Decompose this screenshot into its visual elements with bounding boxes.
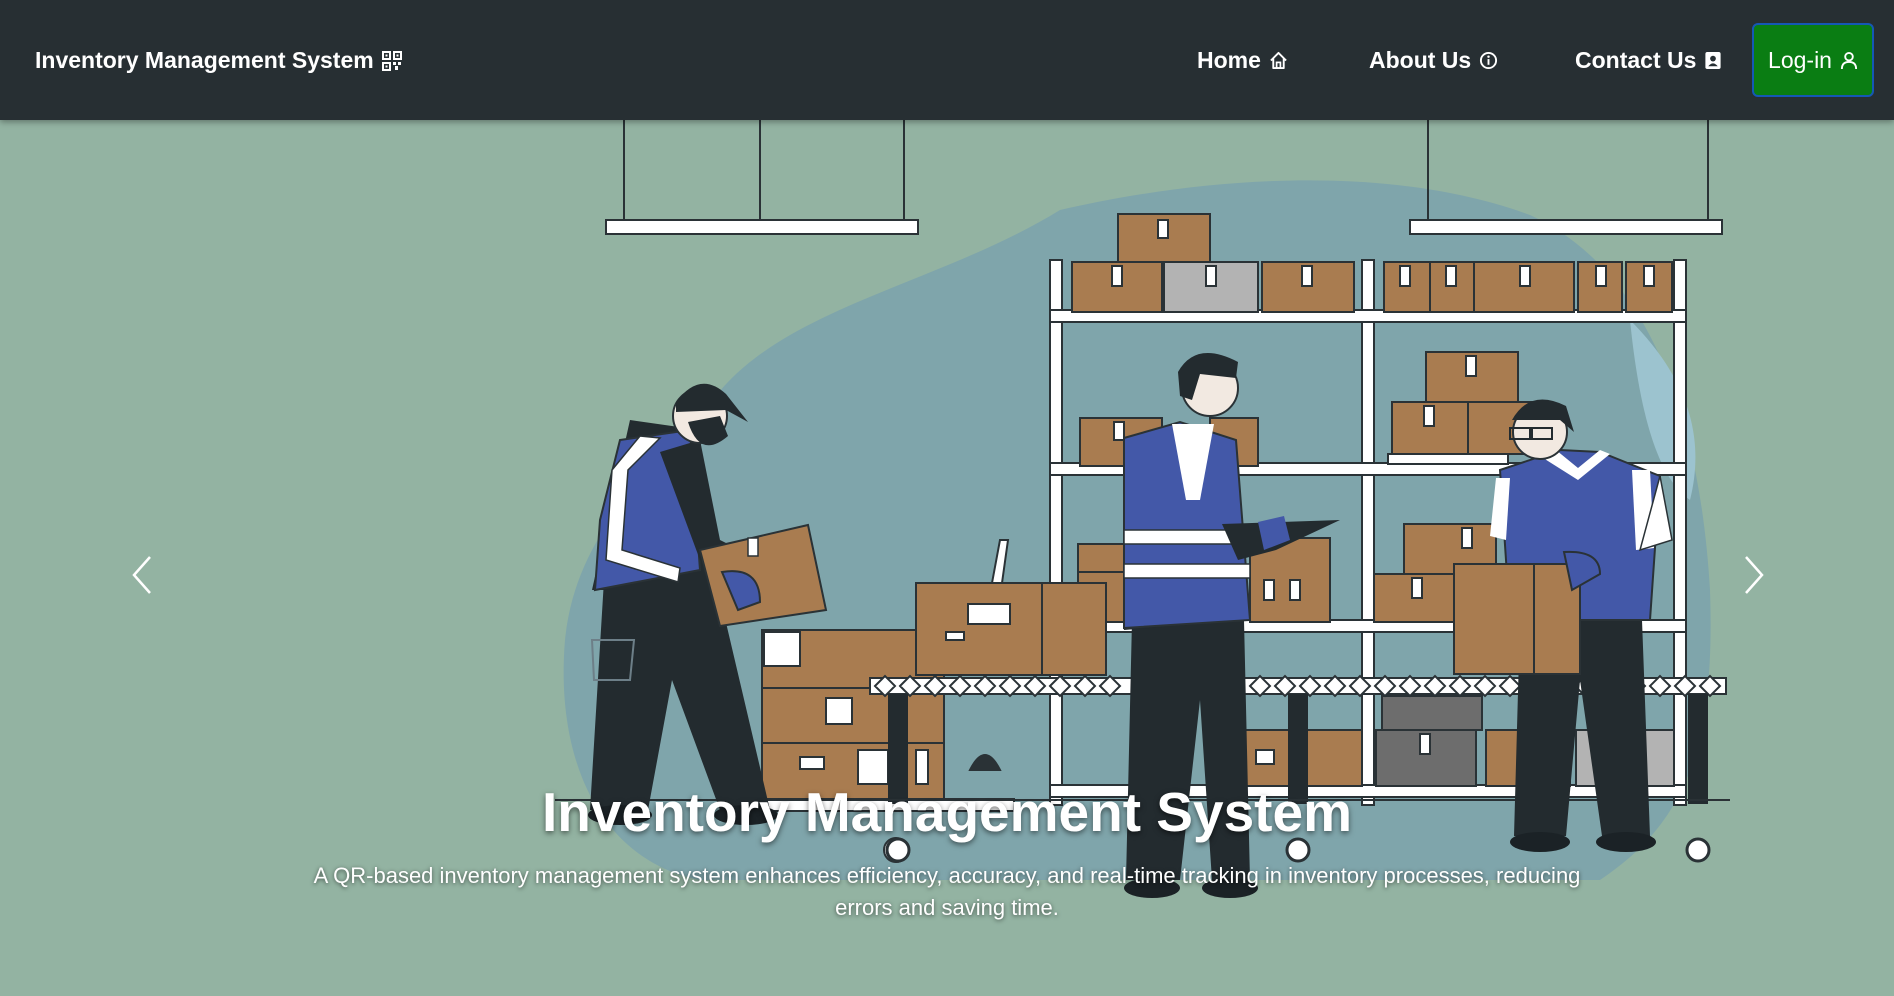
user-icon (1840, 51, 1858, 70)
chevron-right-icon (1742, 555, 1766, 595)
carousel-prev-button[interactable] (112, 520, 172, 630)
brand-name: Inventory Management System (35, 47, 374, 73)
login-button[interactable]: Log-in (1752, 23, 1874, 97)
carousel-caption-text: A QR-based inventory management system e… (313, 863, 1581, 920)
carousel-next-button[interactable] (1724, 520, 1784, 630)
nav-contact[interactable]: Contact Us (1575, 47, 1722, 74)
chevron-left-icon (130, 555, 154, 595)
ceiling-lamp-left (605, 120, 919, 235)
hero-carousel: Inventory Management System A QR-based i… (0, 120, 1894, 996)
qr-code-icon (381, 50, 402, 71)
nav-about[interactable]: About Us (1369, 47, 1498, 74)
contact-card-icon (1704, 51, 1722, 70)
nav-home-label: Home (1197, 47, 1261, 73)
info-icon (1479, 51, 1498, 70)
brand-link[interactable]: Inventory Management System (35, 47, 402, 74)
nav-home[interactable]: Home (1197, 47, 1288, 74)
login-label: Log-in (1768, 46, 1832, 73)
carousel-caption-title: Inventory Management System (542, 781, 1352, 843)
nav-contact-label: Contact Us (1575, 47, 1697, 73)
home-icon (1269, 51, 1288, 70)
navbar: Inventory Management System Home About U… (0, 0, 1894, 120)
nav-about-label: About Us (1369, 47, 1472, 73)
